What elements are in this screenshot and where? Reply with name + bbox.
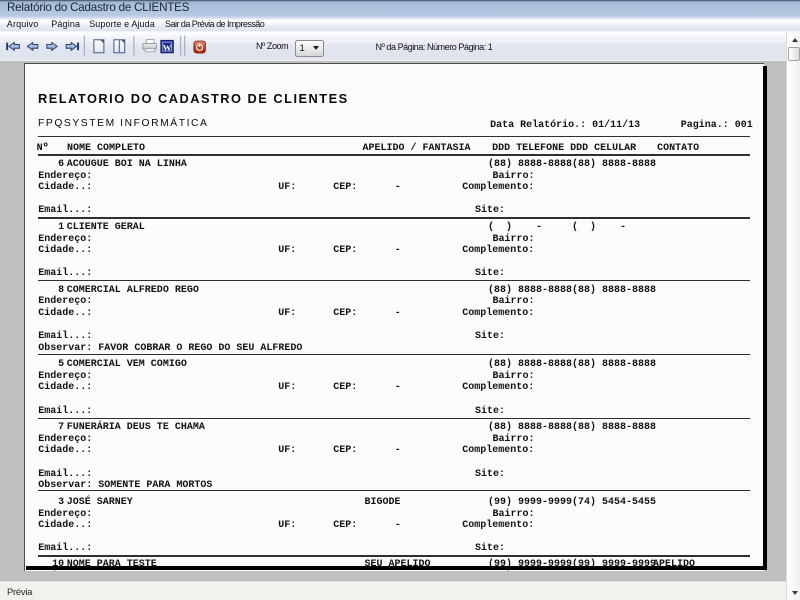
svg-text:W: W: [163, 42, 172, 52]
